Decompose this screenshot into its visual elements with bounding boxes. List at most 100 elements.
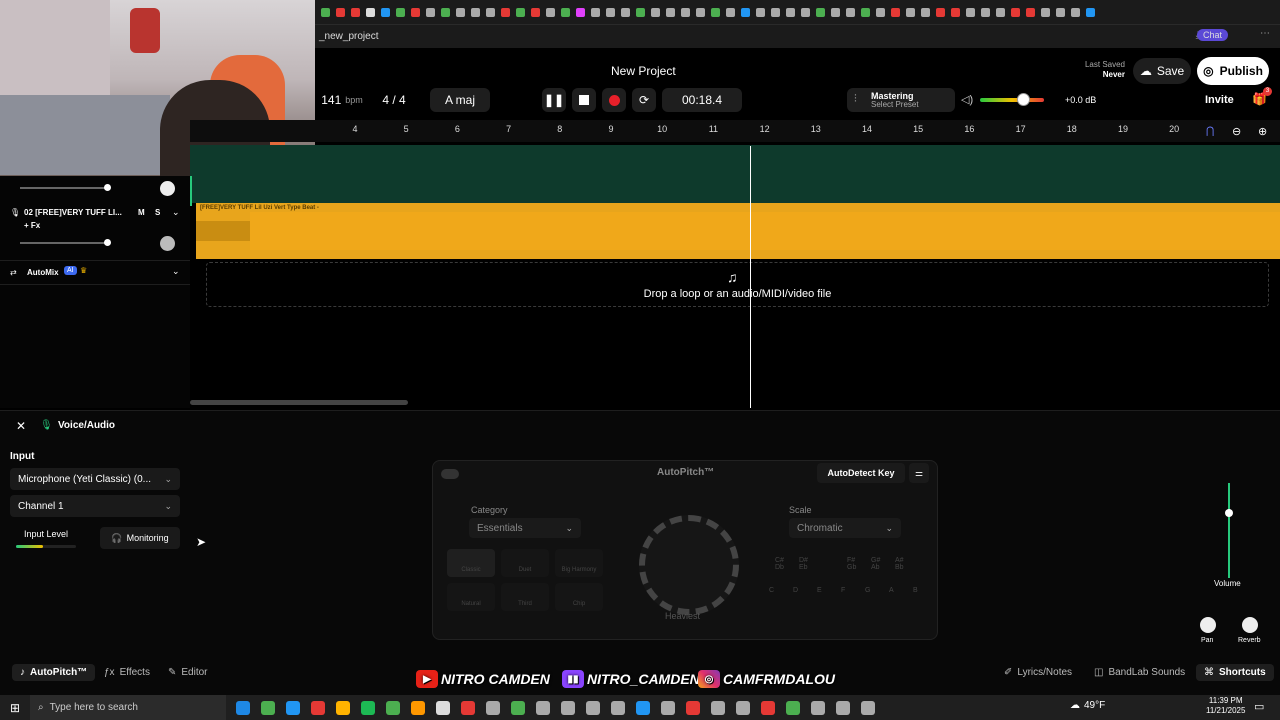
- browser-tab-favicon[interactable]: [681, 7, 690, 17]
- taskbar-app-icon[interactable]: [761, 700, 775, 715]
- volume-fader[interactable]: [1225, 483, 1233, 578]
- accidental-key[interactable]: D# Eb: [799, 557, 808, 571]
- pause-button[interactable]: ❚❚: [542, 88, 566, 112]
- browser-tab-favicon[interactable]: [726, 7, 735, 17]
- browser-tab-favicon[interactable]: [861, 7, 870, 17]
- browser-tab-favicon[interactable]: [621, 7, 630, 17]
- key-selector[interactable]: A maj: [430, 88, 490, 112]
- browser-tab-favicon[interactable]: [411, 7, 420, 17]
- tab-shortcuts[interactable]: ⌘ Shortcuts: [1196, 664, 1274, 681]
- accidental-key[interactable]: G# Ab: [871, 557, 880, 571]
- browser-tab-favicon[interactable]: [966, 7, 975, 17]
- track-2-volume-slider[interactable]: [20, 239, 111, 246]
- browser-tab-favicon[interactable]: [996, 7, 1005, 17]
- horizontal-scrollbar[interactable]: [190, 400, 408, 405]
- master-volume-slider[interactable]: [980, 93, 1044, 106]
- browser-tab-favicon[interactable]: [651, 7, 660, 17]
- track-2-region[interactable]: [FREE]VERY TUFF Lil Uzi Vert Type Beat -: [196, 203, 1280, 259]
- browser-tab-favicon[interactable]: [1041, 7, 1050, 17]
- browser-tab-favicon[interactable]: [921, 7, 930, 17]
- browser-tab-favicon[interactable]: [426, 7, 435, 17]
- note-key[interactable]: D: [793, 587, 798, 594]
- browser-tab-favicon[interactable]: [366, 7, 375, 17]
- note-key[interactable]: C: [769, 587, 774, 594]
- more-icon[interactable]: ⋯: [1260, 28, 1270, 39]
- taskbar-app-icon[interactable]: [561, 700, 575, 715]
- track-2-pan-knob[interactable]: [160, 236, 175, 251]
- browser-tab-strip[interactable]: [315, 0, 1280, 24]
- tab-lyrics[interactable]: ✐ Lyrics/Notes: [1004, 667, 1072, 678]
- browser-tab-favicon[interactable]: [471, 7, 480, 17]
- browser-tab-favicon[interactable]: [951, 7, 960, 17]
- taskbar-app-icon[interactable]: [736, 700, 750, 715]
- autopitch-toggle[interactable]: [441, 469, 459, 479]
- bpm-control[interactable]: 141 bpm: [315, 88, 369, 112]
- browser-tab-favicon[interactable]: [351, 7, 360, 17]
- settings-icon[interactable]: ⚌: [909, 463, 929, 483]
- save-button[interactable]: ☁ Save: [1133, 58, 1191, 84]
- chat-button[interactable]: Chat: [1196, 29, 1228, 41]
- browser-tab-favicon[interactable]: [321, 7, 330, 17]
- browser-tab-favicon[interactable]: [516, 7, 525, 17]
- taskbar-apps[interactable]: [236, 700, 875, 715]
- browser-tab-favicon[interactable]: [1071, 7, 1080, 17]
- note-key[interactable]: A: [889, 587, 894, 594]
- time-signature[interactable]: 4 / 4: [377, 88, 411, 112]
- automix-label[interactable]: AutoMix: [27, 268, 59, 277]
- browser-tab-favicon[interactable]: [696, 7, 705, 17]
- track-1-pan-knob[interactable]: [160, 181, 175, 196]
- browser-tab-favicon[interactable]: [1086, 7, 1095, 17]
- pad-natural[interactable]: Natural: [447, 583, 495, 611]
- browser-tab-favicon[interactable]: [561, 7, 570, 17]
- tab-bandlab-sounds[interactable]: ◫ BandLab Sounds: [1094, 667, 1185, 678]
- project-title[interactable]: New Project: [611, 64, 676, 78]
- browser-tab-favicon[interactable]: [396, 7, 405, 17]
- accidental-key[interactable]: C# Db: [775, 557, 784, 571]
- browser-tab-favicon[interactable]: [381, 7, 390, 17]
- taskbar-app-icon[interactable]: [411, 700, 425, 715]
- track-1-volume-slider[interactable]: [20, 184, 111, 191]
- note-key[interactable]: E: [817, 587, 822, 594]
- notification-center-icon[interactable]: ▭: [1254, 700, 1264, 713]
- browser-tab-favicon[interactable]: [636, 7, 645, 17]
- browser-tab-favicon[interactable]: [831, 7, 840, 17]
- note-key[interactable]: G: [865, 587, 870, 594]
- taskbar-app-icon[interactable]: [786, 700, 800, 715]
- zoom-out-icon[interactable]: ⊖: [1232, 125, 1241, 138]
- taskbar-app-icon[interactable]: [286, 700, 300, 715]
- stop-button[interactable]: [572, 88, 596, 112]
- browser-tab-favicon[interactable]: [771, 7, 780, 17]
- scale-select[interactable]: Chromatic ⌄: [789, 518, 901, 538]
- category-select[interactable]: Essentials ⌄: [469, 518, 581, 538]
- taskbar-app-icon[interactable]: [261, 700, 275, 715]
- browser-tab-favicon[interactable]: [441, 7, 450, 17]
- browser-tab-favicon[interactable]: [336, 7, 345, 17]
- strength-knob[interactable]: [639, 515, 739, 615]
- browser-tab-favicon[interactable]: [546, 7, 555, 17]
- tab-autopitch[interactable]: ♪ AutoPitch™: [12, 664, 96, 681]
- browser-tab-favicon[interactable]: [846, 7, 855, 17]
- browser-tab-favicon[interactable]: [606, 7, 615, 17]
- tab-editor[interactable]: ✎ Editor: [168, 667, 208, 678]
- taskbar-app-icon[interactable]: [861, 700, 875, 715]
- note-key[interactable]: B: [913, 587, 918, 594]
- mastering-button[interactable]: ⫶ Mastering Select Preset: [847, 88, 955, 112]
- track-2-mute[interactable]: M: [138, 208, 145, 217]
- taskbar-app-icon[interactable]: [336, 700, 350, 715]
- invite-button[interactable]: Invite: [1205, 94, 1234, 106]
- pad-chip[interactable]: Chip: [555, 583, 603, 611]
- autodetect-key-button[interactable]: AutoDetect Key: [817, 463, 905, 483]
- taskbar-app-icon[interactable]: [236, 700, 250, 715]
- note-key[interactable]: F: [841, 587, 845, 594]
- track-2-name[interactable]: 02 [FREE]VERY TUFF LI...: [24, 208, 122, 217]
- track-2-fx[interactable]: + Fx: [24, 221, 40, 230]
- browser-tab-favicon[interactable]: [576, 7, 585, 17]
- zoom-in-icon[interactable]: ⊕: [1258, 125, 1267, 138]
- magnet-icon[interactable]: ⋂: [1206, 126, 1214, 137]
- track-2-solo[interactable]: S: [155, 208, 160, 217]
- monitoring-button[interactable]: 🎧 Monitoring: [100, 527, 180, 549]
- speaker-icon[interactable]: ◁): [961, 93, 973, 106]
- taskbar-app-icon[interactable]: [711, 700, 725, 715]
- browser-tab-favicon[interactable]: [876, 7, 885, 17]
- input-device-select[interactable]: Microphone (Yeti Classic) (0... ⌄: [10, 468, 180, 490]
